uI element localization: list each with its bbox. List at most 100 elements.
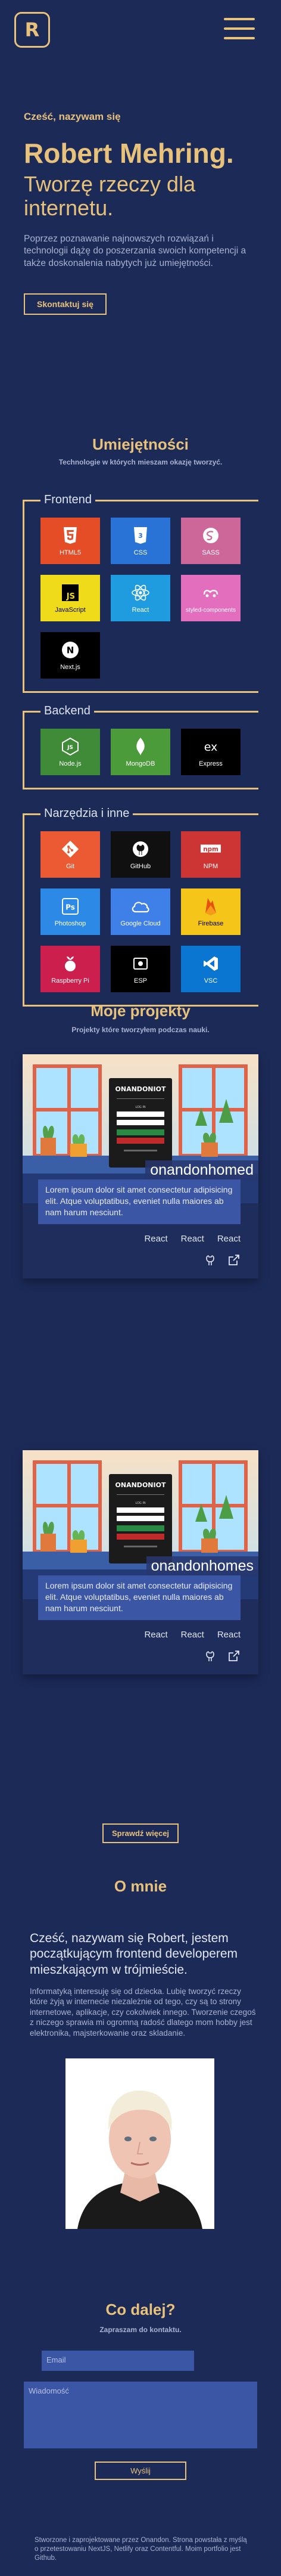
skill-name: NPM [203,862,218,870]
skills-group-label: Backend [40,702,94,719]
email-field[interactable]: Email [42,2351,194,2371]
project-links [23,1640,258,1674]
skills-group: Frontend HTML5 3 CSS SASS JS JavaScript React st… [23,491,258,693]
skill-tile: MongoDB [111,729,170,775]
skill-tile: JS Node.js [40,729,100,775]
firebase-icon [201,896,221,917]
github-icon[interactable] [204,1253,217,1267]
hero-description: Poprzez poznawanie najnowszych rozwiązań… [24,234,246,268]
svg-text:Ps: Ps [65,903,75,911]
app-title: ONANDONIOT [115,1085,166,1093]
skill-name: Firebase [198,919,224,927]
project-name: onandonhomes [146,1556,258,1576]
skill-name: SASS [202,549,220,556]
project-tag: React [180,1629,204,1640]
react-icon [130,583,151,603]
skill-tile: Firebase [181,888,241,935]
svg-text:JS: JS [67,745,73,751]
skills-group-label: Frontend [40,491,96,508]
skill-name: MongoDB [126,760,155,767]
hero: Cześć, nazywam się Robert Mehring. Tworz… [24,111,262,315]
skill-tile: Git [40,831,100,878]
skill-name: Node.js [59,760,82,767]
svg-text:npm: npm [203,846,218,853]
project-card[interactable]: ONANDONIOT LOG IN onandonhomed Lorem ipsum … [23,1054,258,1278]
footer-text: Stworzone i zaprojektowane przez Onandon… [35,2537,247,2562]
skills-tiles: Git GitHub npm NPM Ps Photoshop Google Cloud Fi… [40,831,241,992]
skill-name: Express [199,760,223,767]
message-field[interactable]: Wiadomość [24,2382,257,2448]
page: R Cześć, nazywam się Robert Mehring. Two… [0,0,281,2576]
skill-name: Google Cloud [120,919,161,927]
skill-tile: Raspberry Pi [40,946,100,992]
vscode-icon [201,953,221,974]
projects-title: Moje projekty [90,1002,191,1020]
project-description: Lorem ipsum dolor sit amet consectetur a… [38,1179,241,1224]
skills-title: Umiejętności [92,435,189,453]
express-icon: ex [201,736,221,757]
svg-text:N: N [67,645,74,655]
skill-tile: Google Cloud [111,888,170,935]
logo[interactable]: R [14,12,50,48]
skill-tile: styled-components [181,575,241,621]
projects-subtitle: Projekty które tworzyłem podczas nauki. [71,1026,210,1034]
skill-tile: VSC [181,946,241,992]
skill-tile: npm NPM [181,831,241,878]
skill-name: VSC [204,977,218,984]
skills-tiles: JS Node.js MongoDB ex Express [40,729,241,775]
skill-name: Photoshop [54,919,86,927]
about-title: O mnie [114,1877,167,1895]
external-link-icon[interactable] [227,1649,241,1662]
header: R [0,0,281,60]
skill-tile: 3 CSS [111,518,170,564]
svg-text:JS: JS [66,592,75,601]
skill-tile: React [111,575,170,621]
project-tag: React [180,1233,204,1244]
skill-tile: ex Express [181,729,241,775]
google-cloud-icon [130,896,151,917]
skills-group-label: Narzędzia i inne [40,805,133,822]
sass-icon [201,525,221,546]
project-tag: React [144,1233,168,1244]
project-tags: React React React [23,1224,258,1244]
skill-name: CSS [133,549,148,556]
skill-name: Git [65,862,75,870]
skill-name: GitHub [130,862,151,870]
skill-tile: GitHub [111,831,170,878]
mongodb-icon [130,736,151,757]
see-more-button[interactable]: Sprawdź więcej [102,1823,179,1843]
svg-text:3: 3 [138,532,143,540]
git-icon [60,839,80,859]
hero-greeting: Cześć, nazywam się [24,111,121,122]
menu-icon[interactable] [224,18,255,41]
project-links [23,1244,258,1278]
svg-text:LOG IN: LOG IN [135,1501,145,1505]
contact-button[interactable]: Skontaktuj się [24,293,107,315]
project-card[interactable]: ONANDONIOT LOG IN onandonhomes Lorem ipsum … [23,1450,258,1674]
app-title: ONANDONIOT [115,1481,166,1489]
about-lead: Cześć, nazywam się Robert, jestem począt… [30,1931,238,1977]
project-tag: React [217,1233,241,1244]
skill-name: HTML5 [59,549,82,556]
photoshop-icon: Ps [60,896,80,917]
github-icon[interactable] [204,1649,217,1662]
submit-button[interactable]: Wyślij [95,2462,186,2480]
skills-subtitle: Technologie w których mieszam okazję two… [58,458,223,466]
javascript-icon: JS [60,583,80,603]
project-tag: React [144,1629,168,1640]
skill-name: React [132,606,149,614]
project-name: onandonhomed [145,1160,258,1180]
svg-text:LOG IN: LOG IN [135,1106,145,1109]
skills-tiles: HTML5 3 CSS SASS JS JavaScript React styled-com… [40,518,241,679]
esp-icon [130,953,151,974]
css3-icon: 3 [130,525,151,546]
skill-tile: SASS [181,518,241,564]
contact-subtitle: Zapraszam do kontaktu. [99,2326,182,2334]
skill-name: ESP [133,977,147,984]
skills-group: Backend JS Node.js MongoDB ex Express [23,702,258,789]
skill-tile: HTML5 [40,518,100,564]
raspberry-pi-icon [60,953,80,974]
external-link-icon[interactable] [227,1253,241,1267]
project-description: Lorem ipsum dolor sit amet consectetur a… [38,1575,241,1620]
skills-group: Narzędzia i inne Git GitHub npm NPM Ps Photosh… [23,805,258,1007]
